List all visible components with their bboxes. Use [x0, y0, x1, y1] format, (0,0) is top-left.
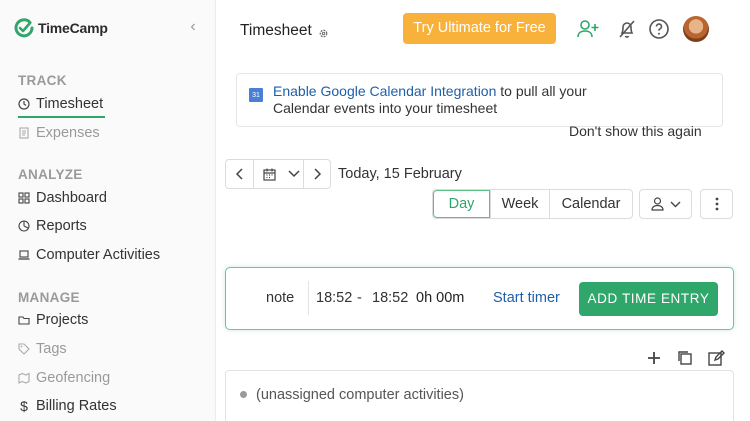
sidebar-item-label: Computer Activities [36, 247, 161, 263]
avatar[interactable] [683, 16, 709, 42]
kebab-menu-icon [715, 197, 718, 211]
dashboard-icon [18, 192, 30, 204]
page-title: Timesheet [240, 22, 329, 40]
time-separator: - [357, 290, 362, 306]
user-filter-dropdown[interactable] [639, 189, 692, 219]
page-title-text: Timesheet [240, 22, 312, 39]
enable-calendar-link[interactable]: Enable Google Calendar Integration [273, 83, 496, 99]
gear-icon[interactable] [318, 28, 329, 39]
list-item-label: (unassigned computer activities) [256, 387, 464, 403]
add-time-entry-button[interactable]: ADD TIME ENTRY [579, 282, 718, 316]
chevron-left-icon[interactable] [226, 160, 254, 188]
add-user-icon[interactable] [576, 17, 600, 41]
sidebar-item-label: Projects [36, 312, 89, 328]
status-dot [240, 391, 247, 398]
laptop-icon [18, 250, 30, 260]
user-icon [650, 197, 664, 211]
duration-input[interactable]: 0h 00m [416, 290, 464, 306]
section-manage: MANAGE [18, 290, 80, 305]
chevron-right-icon[interactable] [304, 160, 330, 188]
sidebar-item-label: Billing Rates [36, 398, 117, 414]
edit-icon[interactable] [707, 349, 725, 367]
start-timer-button[interactable]: Start timer [493, 290, 560, 306]
sidebar-item-billing-rates[interactable]: $ Billing Rates [18, 398, 117, 414]
clock-icon [18, 98, 30, 110]
sidebar-item-label: Geofencing [36, 370, 111, 386]
app-logo[interactable]: TimeCamp [14, 18, 108, 38]
sidebar-item-computer-activities[interactable]: Computer Activities [18, 247, 160, 263]
app-name: TimeCamp [38, 20, 108, 36]
chevron-down-icon[interactable] [284, 160, 304, 188]
end-time-input[interactable]: 18:52 [372, 290, 408, 306]
sidebar-item-label: Expenses [36, 125, 100, 141]
tab-day[interactable]: Day [433, 190, 491, 218]
tab-calendar[interactable]: Calendar [550, 190, 632, 218]
view-switcher: Day Week Calendar [432, 189, 633, 219]
sidebar-item-label: Reports [36, 218, 87, 234]
chevron-down-icon [670, 201, 680, 207]
sidebar-item-label: Timesheet [36, 96, 104, 112]
sidebar-item-expenses[interactable]: Expenses [18, 125, 100, 141]
sidebar: TimeCamp ‹ TRACK Timesheet Expenses ANAL… [0, 0, 216, 421]
divider [308, 281, 309, 315]
copy-icon[interactable] [676, 349, 694, 367]
timecamp-logo-icon [14, 18, 34, 38]
sidebar-item-geofencing[interactable]: Geofencing [18, 370, 110, 386]
tab-week[interactable]: Week [491, 190, 550, 218]
folder-icon [18, 316, 30, 325]
note-input[interactable]: note [266, 290, 294, 306]
dont-show-again-link[interactable]: Don't show this again [569, 123, 702, 139]
banner-text: Enable Google Calendar Integration to pu… [273, 83, 613, 117]
section-track: TRACK [18, 73, 67, 88]
google-calendar-icon: 31 [249, 88, 263, 102]
help-icon[interactable] [647, 17, 671, 41]
bell-off-icon[interactable] [615, 17, 639, 41]
date-navigator [225, 159, 331, 189]
start-time-input[interactable]: 18:52 [316, 290, 352, 306]
sidebar-item-reports[interactable]: Reports [18, 218, 87, 234]
calendar-picker-icon[interactable] [254, 160, 284, 188]
current-date-label: Today, 15 February [338, 166, 462, 182]
sidebar-item-projects[interactable]: Projects [18, 312, 88, 328]
try-ultimate-button[interactable]: Try Ultimate for Free [403, 13, 556, 44]
tag-icon [18, 343, 30, 355]
sidebar-item-label: Tags [36, 341, 67, 357]
sidebar-item-timesheet[interactable]: Timesheet [18, 96, 106, 118]
sidebar-item-dashboard[interactable]: Dashboard [18, 190, 107, 206]
receipt-icon [19, 127, 29, 139]
more-options-button[interactable] [700, 189, 733, 219]
dollar-icon: $ [20, 398, 28, 414]
plus-icon[interactable] [645, 349, 663, 367]
sidebar-item-label: Dashboard [36, 190, 107, 206]
chevron-left-icon[interactable]: ‹ [186, 18, 200, 36]
sidebar-item-tags[interactable]: Tags [18, 341, 67, 357]
map-icon [18, 372, 30, 384]
calendar-integration-banner: 31 Enable Google Calendar Integration to… [236, 73, 723, 127]
section-analyze: ANALYZE [18, 167, 83, 182]
pie-chart-icon [18, 220, 30, 232]
